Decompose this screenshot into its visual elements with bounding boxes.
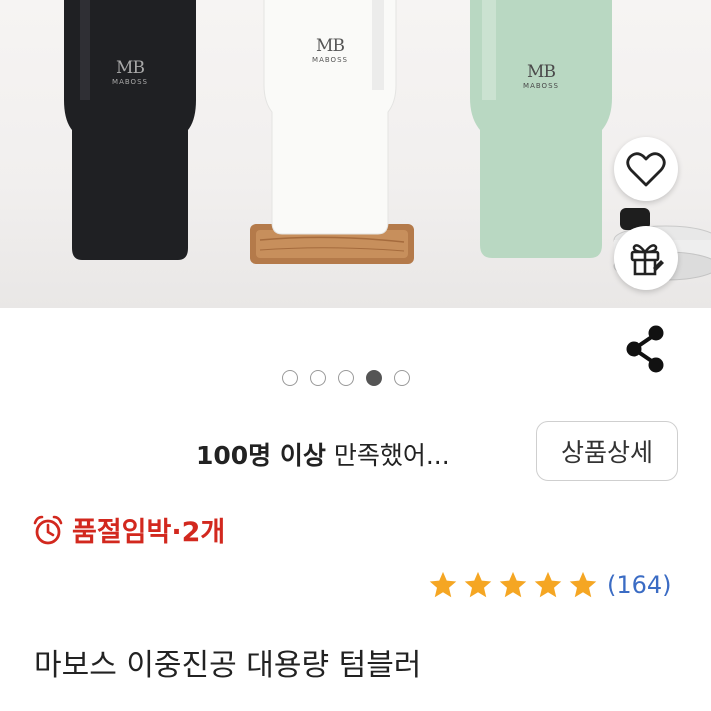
star-icon — [534, 571, 562, 598]
star-icon — [569, 571, 597, 598]
stock-warning: 품절임박·2개 — [32, 510, 225, 549]
star-icon — [464, 571, 492, 598]
carousel-dot[interactable] — [394, 370, 410, 386]
product-image[interactable]: MB MABOSS MB MABOSS MB MABOSS — [0, 0, 711, 308]
share-icon — [626, 325, 664, 373]
review-summary-text: 만족했어... — [325, 441, 450, 470]
heart-icon — [626, 152, 666, 187]
alarm-clock-icon — [33, 515, 63, 544]
brand-logo: MB MABOSS — [312, 36, 348, 64]
gift-icon — [630, 244, 664, 276]
rating[interactable]: (164) — [428, 570, 672, 600]
black-tumbler: MB MABOSS — [60, 0, 200, 269]
carousel-dot[interactable] — [338, 370, 354, 386]
stock-warning-text: 품절임박·2개 — [72, 517, 226, 548]
star-icon — [429, 571, 457, 598]
wishlist-button[interactable] — [614, 137, 678, 201]
carousel-dot[interactable] — [282, 370, 298, 386]
carousel-dot-active[interactable] — [366, 370, 382, 386]
review-summary: 100명 이상 만족했어... — [196, 436, 450, 472]
product-title: 마보스 이중진공 대용량 텀블러 — [34, 648, 422, 683]
brand-logo: MB MABOSS — [112, 58, 148, 86]
review-count-highlight: 100명 이상 — [196, 441, 326, 470]
gift-button[interactable] — [614, 226, 678, 290]
brand-logo: MB MABOSS — [523, 62, 559, 90]
carousel-dot[interactable] — [310, 370, 326, 386]
product-detail-button[interactable]: 상품상세 — [536, 421, 678, 481]
review-count[interactable]: (164) — [607, 571, 672, 599]
carousel-indicator — [282, 370, 410, 386]
white-tumbler: MB MABOSS — [260, 0, 400, 244]
share-button[interactable] — [620, 320, 672, 378]
star-icon — [499, 571, 527, 598]
mint-tumbler: MB MABOSS — [466, 0, 616, 269]
